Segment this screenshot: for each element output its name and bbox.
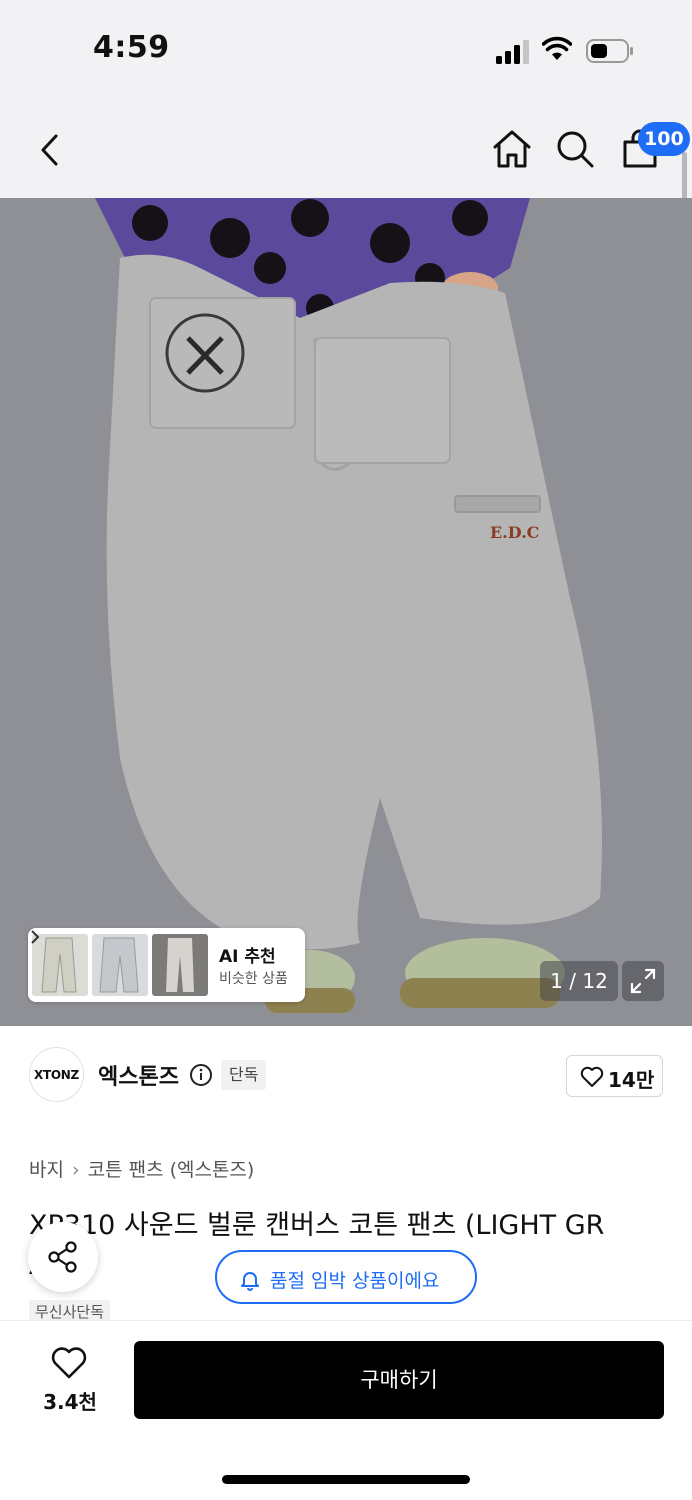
expand-icon: [630, 968, 656, 994]
product-title: XP310 사운드 벌룬 캔버스 코튼 팬츠 (LIGHT GR: [29, 1210, 605, 1241]
stock-notice-pill[interactable]: 품절 임박 상품이에요: [215, 1250, 477, 1304]
chevron-right-icon: ›: [71, 1159, 80, 1181]
heart-icon: [580, 1066, 604, 1087]
expand-button[interactable]: [622, 961, 664, 1001]
wifi-icon: [542, 36, 572, 60]
breadcrumb-category[interactable]: 바지: [29, 1159, 64, 1181]
ai-recommend-subtitle: 비슷한 상품: [219, 971, 288, 987]
cart-badge: 100: [638, 122, 690, 156]
product-photo: E.D.C: [0, 198, 692, 1026]
buy-button[interactable]: 구매하기: [134, 1341, 664, 1419]
home-indicator[interactable]: [222, 1475, 470, 1484]
brand-logo[interactable]: XTONZ: [29, 1047, 84, 1102]
ai-recommend-title: AI 추천: [219, 947, 276, 967]
stock-notice-text: 품절 임박 상품이에요: [270, 1270, 440, 1292]
info-icon[interactable]: [189, 1063, 213, 1087]
home-icon[interactable]: [491, 128, 533, 170]
back-icon[interactable]: [30, 130, 70, 170]
brand-name[interactable]: 엑스톤즈: [98, 1059, 179, 1091]
image-counter: 1 / 12: [540, 961, 618, 1001]
signal-icon: [496, 40, 529, 64]
breadcrumb-subcategory[interactable]: 코튼 팬츠 (엑스톤즈): [88, 1159, 255, 1181]
exclusive-tag: 단독: [221, 1060, 267, 1090]
battery-icon: [586, 39, 633, 63]
product-image[interactable]: E.D.C AI 추천 비슷한 상품 1 / 12: [0, 198, 692, 1026]
top-nav: [0, 100, 692, 198]
recommend-thumb[interactable]: [92, 934, 148, 996]
wishlist-heart-icon[interactable]: [50, 1345, 88, 1381]
bell-icon: [241, 1272, 259, 1291]
chevron-right-icon: [31, 930, 40, 944]
brand-like-count: 14만: [608, 1068, 655, 1092]
svg-text:E.D.C: E.D.C: [490, 523, 539, 542]
status-time: 4:59: [93, 30, 170, 65]
wishlist-count: 3.4천: [43, 1390, 97, 1414]
ai-recommend-card[interactable]: AI 추천 비슷한 상품: [28, 928, 305, 1002]
breadcrumb: 바지 › 코튼 팬츠 (엑스톤즈): [29, 1155, 254, 1182]
search-icon[interactable]: [554, 128, 596, 170]
status-bar: 4:59: [0, 0, 692, 100]
recommend-thumb[interactable]: [152, 934, 208, 996]
brand-like-button[interactable]: 14만: [566, 1055, 663, 1097]
share-button[interactable]: [28, 1222, 98, 1292]
share-icon: [48, 1241, 77, 1273]
